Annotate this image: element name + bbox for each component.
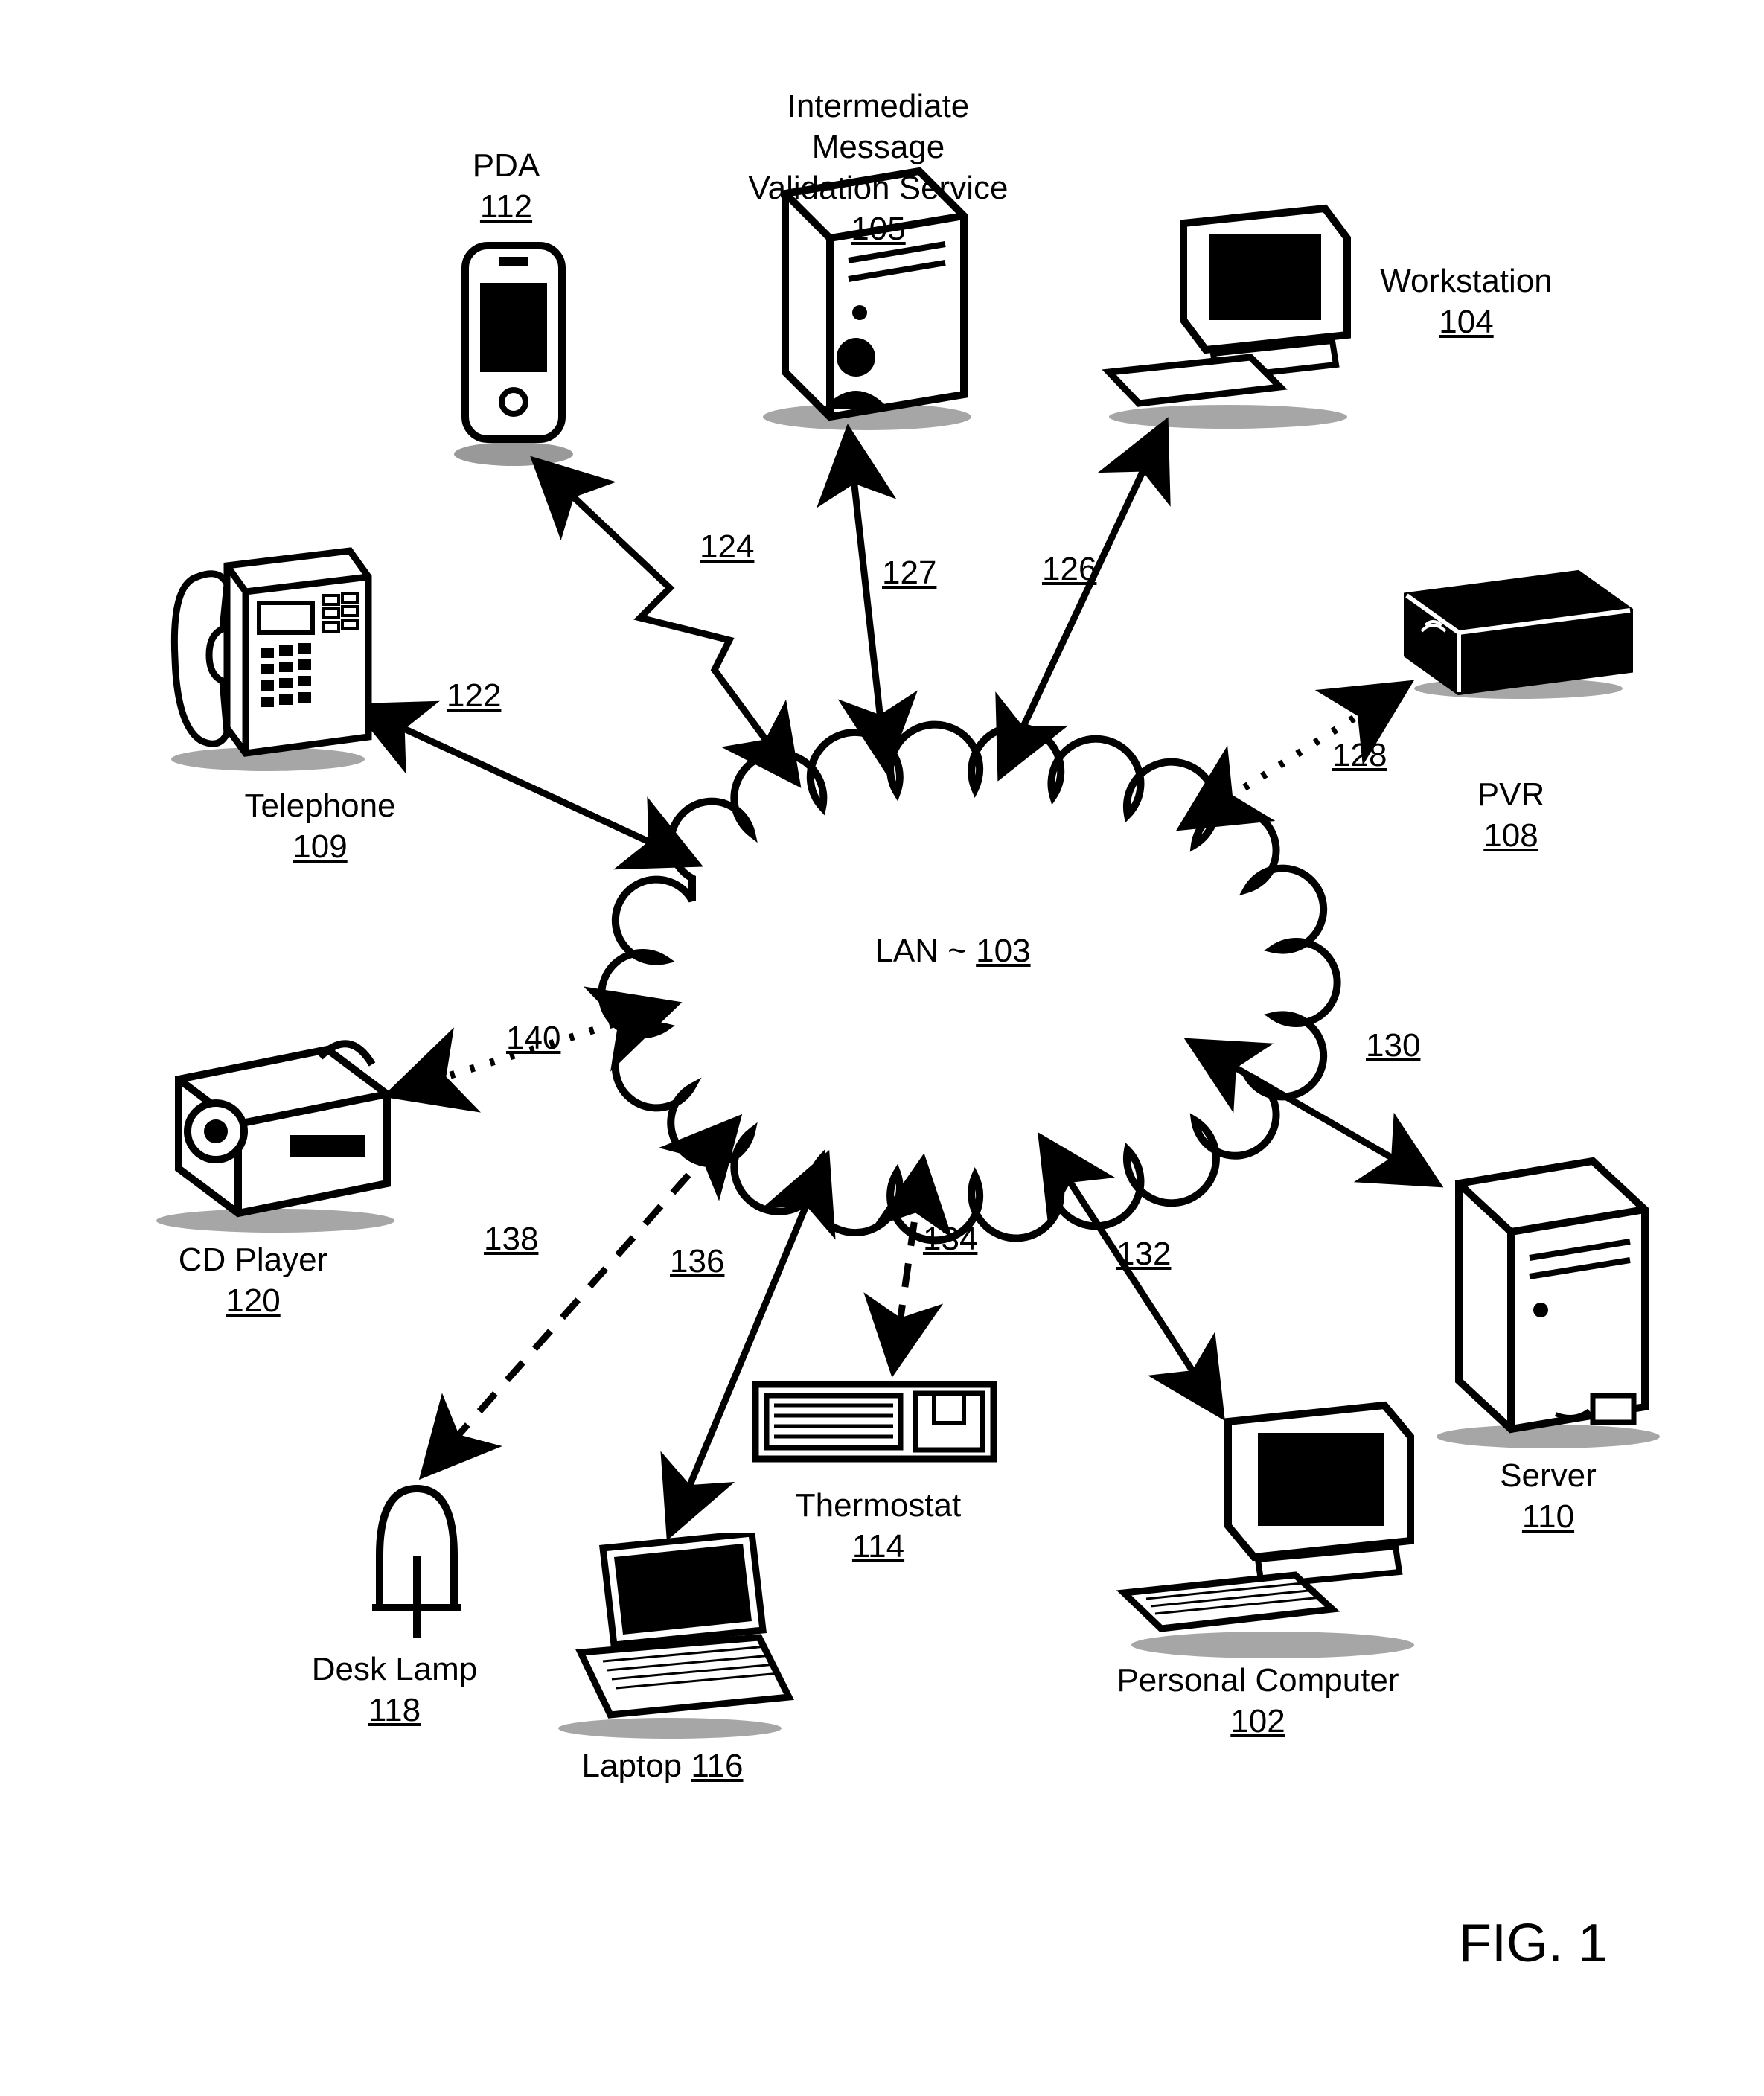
edge-124-label: 124 xyxy=(700,528,754,566)
desklamp-icon xyxy=(342,1466,491,1645)
center-label: LAN ~ 103 xyxy=(834,930,1072,971)
edge-127 xyxy=(849,432,886,767)
workstation-label: Workstation104 xyxy=(1362,261,1570,342)
cloud-lan xyxy=(601,725,1337,1241)
edge-128-label: 128 xyxy=(1332,737,1387,774)
server-icon xyxy=(1422,1139,1675,1451)
cdplayer-label: CD Player120 xyxy=(164,1239,342,1321)
pvr-label: PVR108 xyxy=(1451,774,1570,856)
thermostat-icon xyxy=(748,1362,1001,1481)
telephone-label: Telephone109 xyxy=(223,785,417,867)
workstation-icon xyxy=(1079,194,1362,432)
edge-132-label: 132 xyxy=(1116,1236,1171,1273)
edge-124 xyxy=(536,461,796,782)
edge-136-label: 136 xyxy=(670,1243,724,1280)
imvs-label: Intermediate Message Validation Service1… xyxy=(722,45,1035,249)
edge-138-label: 138 xyxy=(484,1221,538,1258)
pc-label: Personal Computer102 xyxy=(1102,1660,1414,1742)
edge-138 xyxy=(424,1120,737,1474)
edge-130-label: 130 xyxy=(1366,1027,1420,1064)
edge-134-label: 134 xyxy=(923,1221,977,1258)
figure-label: FIG. 1 xyxy=(1459,1913,1608,1974)
edge-122-label: 122 xyxy=(447,677,501,715)
telephone-icon xyxy=(156,536,380,774)
cdplayer-icon xyxy=(134,997,417,1236)
server-label: Server110 xyxy=(1474,1455,1623,1537)
laptop-label: Laptop 116 xyxy=(551,1745,774,1786)
laptop-icon xyxy=(536,1533,804,1742)
thermostat-label: Thermostat114 xyxy=(782,1485,975,1567)
pda-label: PDA112 xyxy=(447,145,566,227)
pvr-icon xyxy=(1392,551,1637,700)
edge-140-label: 140 xyxy=(506,1020,560,1057)
pc-icon xyxy=(1102,1392,1429,1660)
edge-126 xyxy=(1001,424,1165,774)
desklamp-label: Desk Lamp118 xyxy=(298,1649,491,1731)
edge-126-label: 126 xyxy=(1042,551,1096,588)
edge-127-label: 127 xyxy=(882,555,936,592)
pda-icon xyxy=(432,231,595,469)
